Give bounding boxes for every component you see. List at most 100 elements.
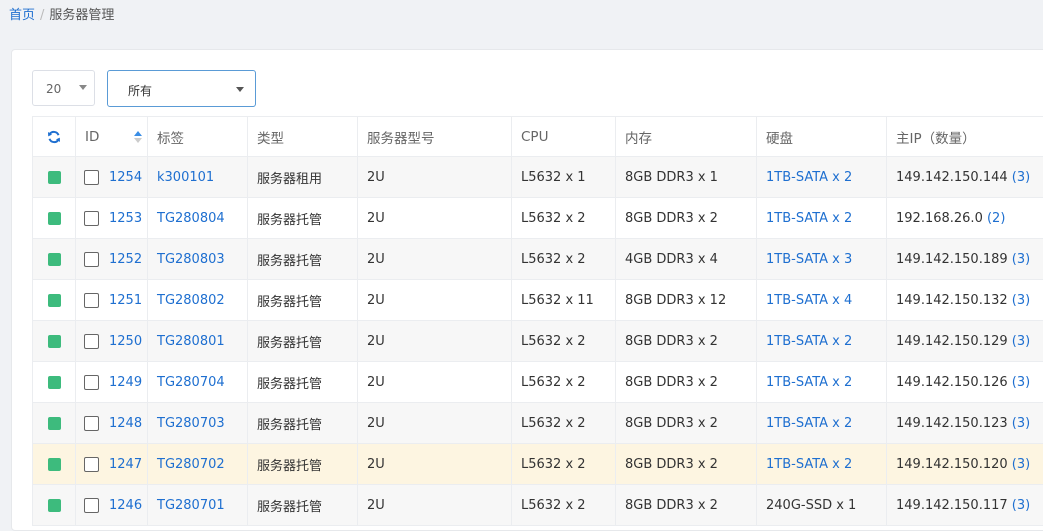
disk-link[interactable]: 1TB-SATA x 2: [766, 334, 852, 349]
id-cell: 1254: [76, 157, 148, 198]
server-label-link[interactable]: TG280702: [157, 457, 225, 472]
status-indicator-icon: [48, 417, 61, 430]
ip-count-link[interactable]: (3): [1012, 252, 1030, 267]
page-size-select[interactable]: 20: [32, 70, 95, 106]
ip-count-link[interactable]: (2): [987, 211, 1005, 226]
server-label-link[interactable]: TG280803: [157, 252, 225, 267]
label-cell: k300101: [148, 157, 248, 198]
breadcrumb-home-link[interactable]: 首页: [9, 8, 35, 23]
status-cell: [33, 157, 76, 198]
breadcrumb-separator: /: [40, 8, 44, 23]
cpu-cell: L5632 x 2: [512, 444, 616, 485]
row-checkbox[interactable]: [84, 211, 99, 226]
model-cell: 2U: [358, 362, 512, 403]
memory-cell: 8GB DDR3 x 2: [616, 321, 757, 362]
model-cell: 2U: [358, 321, 512, 362]
status-indicator-icon: [48, 212, 61, 225]
row-checkbox[interactable]: [84, 498, 99, 513]
status-cell: [33, 321, 76, 362]
refresh-icon[interactable]: [47, 130, 61, 144]
table-row[interactable]: 1246TG280701服务器托管2UL5632 x 28GB DDR3 x 2…: [33, 485, 1043, 526]
ip-count-link[interactable]: (3): [1012, 498, 1030, 513]
table-row[interactable]: 1249TG280704服务器托管2UL5632 x 28GB DDR3 x 2…: [33, 362, 1043, 403]
server-id-link[interactable]: 1246: [109, 498, 142, 513]
disk-cell: 1TB-SATA x 2: [757, 321, 887, 362]
table-row[interactable]: 1247TG280702服务器托管2UL5632 x 28GB DDR3 x 2…: [33, 444, 1043, 485]
table-row[interactable]: 1251TG280802服务器托管2UL5632 x 118GB DDR3 x …: [33, 280, 1043, 321]
memory-column-header: 内存: [616, 117, 757, 157]
table-row[interactable]: 1254k300101服务器租用2UL5632 x 18GB DDR3 x 11…: [33, 157, 1043, 198]
cpu-cell: L5632 x 2: [512, 198, 616, 239]
table-row[interactable]: 1253TG280804服务器托管2UL5632 x 28GB DDR3 x 2…: [33, 198, 1043, 239]
server-id-link[interactable]: 1249: [109, 375, 142, 390]
server-label-link[interactable]: TG280703: [157, 416, 225, 431]
refresh-header[interactable]: [33, 117, 76, 157]
disk-link[interactable]: 1TB-SATA x 2: [766, 375, 852, 390]
server-label-link[interactable]: TG280804: [157, 211, 225, 226]
server-id-link[interactable]: 1250: [109, 334, 142, 349]
server-id-link[interactable]: 1247: [109, 457, 142, 472]
server-id-link[interactable]: 1253: [109, 211, 142, 226]
disk-cell: 1TB-SATA x 3: [757, 239, 887, 280]
ip-count-link[interactable]: (3): [1012, 170, 1030, 185]
row-checkbox[interactable]: [84, 416, 99, 431]
id-cell: 1251: [76, 280, 148, 321]
disk-cell: 1TB-SATA x 2: [757, 444, 887, 485]
status-indicator-icon: [48, 171, 61, 184]
ip-count-link[interactable]: (3): [1012, 375, 1030, 390]
type-cell: 服务器托管: [248, 198, 358, 239]
status-cell: [33, 485, 76, 526]
id-column-header[interactable]: ID: [76, 117, 148, 157]
status-indicator-icon: [48, 499, 61, 512]
row-checkbox[interactable]: [84, 457, 99, 472]
disk-link[interactable]: 1TB-SATA x 2: [766, 211, 852, 226]
table-row[interactable]: 1252TG280803服务器托管2UL5632 x 24GB DDR3 x 4…: [33, 239, 1043, 280]
server-label-link[interactable]: TG280801: [157, 334, 225, 349]
model-cell: 2U: [358, 198, 512, 239]
model-cell: 2U: [358, 239, 512, 280]
table-row[interactable]: 1248TG280703服务器托管2UL5632 x 28GB DDR3 x 2…: [33, 403, 1043, 444]
memory-cell: 8GB DDR3 x 12: [616, 280, 757, 321]
caret-down-icon: [79, 85, 87, 90]
type-cell: 服务器租用: [248, 157, 358, 198]
row-checkbox[interactable]: [84, 334, 99, 349]
status-cell: [33, 280, 76, 321]
sort-icon[interactable]: [134, 130, 142, 144]
disk-link[interactable]: 1TB-SATA x 2: [766, 416, 852, 431]
row-checkbox[interactable]: [84, 252, 99, 267]
server-label-link[interactable]: k300101: [157, 170, 214, 185]
label-column-header: 标签: [148, 117, 248, 157]
server-table: ID 标签 类型 服务器型号 CPU 内存 硬盘 主IP（数量） 1254k30…: [32, 116, 1043, 526]
ip-count-link[interactable]: (3): [1012, 457, 1030, 472]
breadcrumb: 首页/服务器管理: [9, 4, 114, 23]
disk-link[interactable]: 1TB-SATA x 2: [766, 457, 852, 472]
table-row[interactable]: 1250TG280801服务器托管2UL5632 x 28GB DDR3 x 2…: [33, 321, 1043, 362]
memory-cell: 8GB DDR3 x 2: [616, 403, 757, 444]
ip-count-link[interactable]: (3): [1012, 334, 1030, 349]
server-id-link[interactable]: 1254: [109, 170, 142, 185]
page-size-value: 20: [46, 82, 61, 96]
server-id-link[interactable]: 1248: [109, 416, 142, 431]
server-label-link[interactable]: TG280704: [157, 375, 225, 390]
label-cell: TG280702: [148, 444, 248, 485]
type-cell: 服务器托管: [248, 485, 358, 526]
disk-link[interactable]: 1TB-SATA x 3: [766, 252, 852, 267]
type-cell: 服务器托管: [248, 444, 358, 485]
type-filter-select[interactable]: 所有: [107, 70, 256, 107]
model-cell: 2U: [358, 157, 512, 198]
server-id-link[interactable]: 1251: [109, 293, 142, 308]
ip-cell: 149.142.150.126 (3): [887, 362, 1043, 403]
disk-link[interactable]: 1TB-SATA x 2: [766, 170, 852, 185]
row-checkbox[interactable]: [84, 170, 99, 185]
ip-count-link[interactable]: (3): [1012, 416, 1030, 431]
ip-count-link[interactable]: (3): [1012, 293, 1030, 308]
server-label-link[interactable]: TG280802: [157, 293, 225, 308]
ip-address: 149.142.150.123: [896, 416, 1008, 431]
server-id-link[interactable]: 1252: [109, 252, 142, 267]
ip-cell: 149.142.150.129 (3): [887, 321, 1043, 362]
disk-link[interactable]: 1TB-SATA x 4: [766, 293, 852, 308]
row-checkbox[interactable]: [84, 375, 99, 390]
ip-address: 149.142.150.129: [896, 334, 1008, 349]
server-label-link[interactable]: TG280701: [157, 498, 225, 513]
row-checkbox[interactable]: [84, 293, 99, 308]
